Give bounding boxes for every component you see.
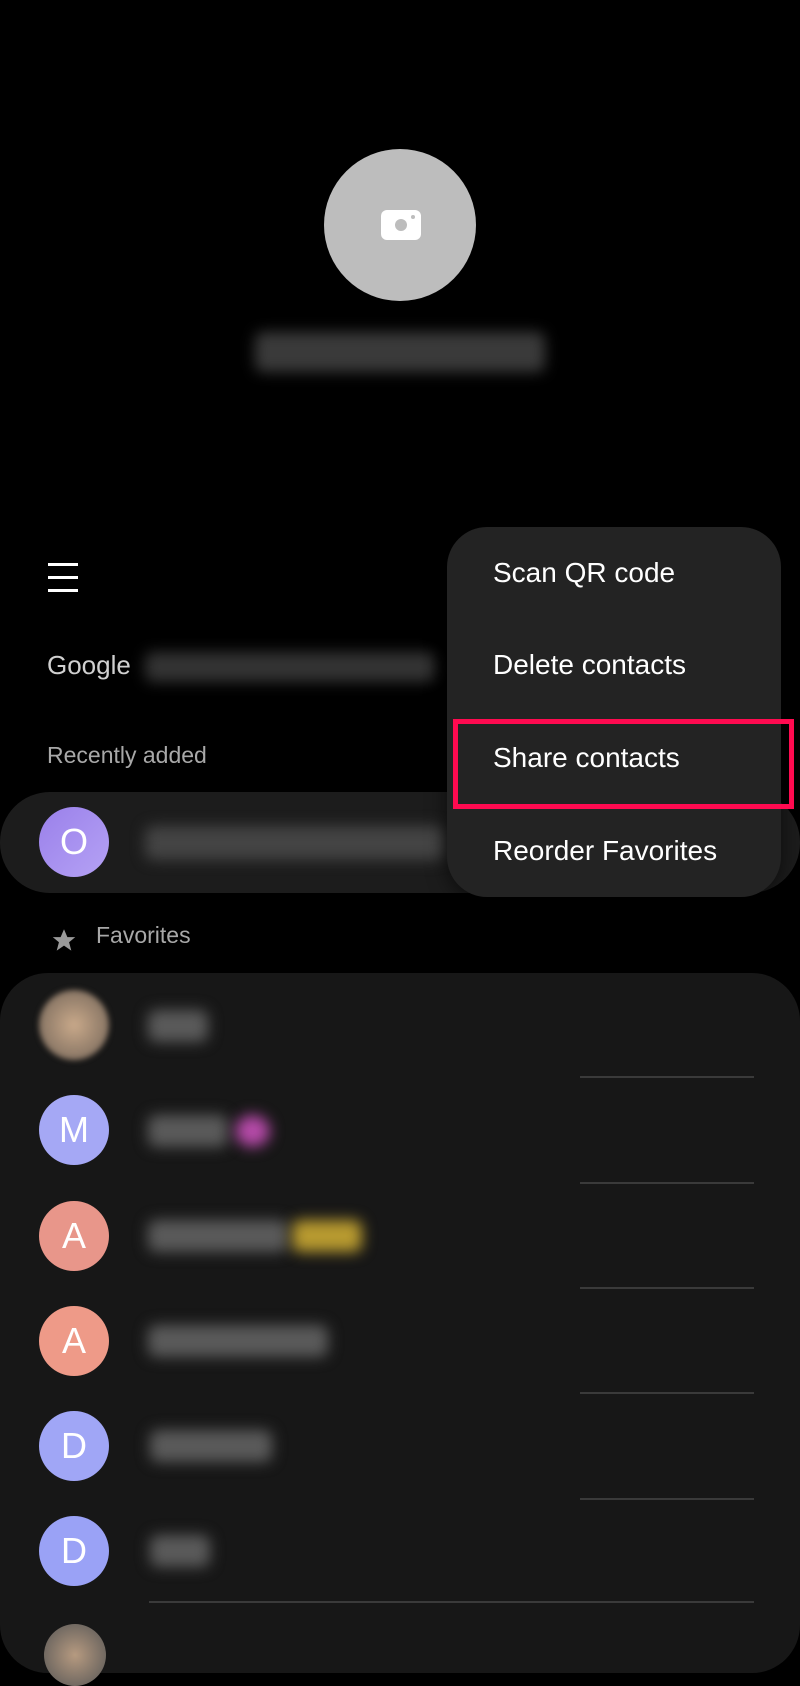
avatar <box>39 990 109 1060</box>
menu-item-delete-contacts[interactable]: Delete contacts <box>493 649 686 681</box>
avatar: D <box>39 1411 109 1481</box>
avatar: A <box>39 1306 109 1376</box>
favorites-heading: Favorites <box>96 922 191 948</box>
contact-name-blurred <box>145 826 445 860</box>
recently-added-heading: Recently added <box>47 742 207 768</box>
highlight-box <box>453 719 794 809</box>
account-email-blurred <box>145 652 435 682</box>
avatar[interactable] <box>44 1624 106 1686</box>
profile-name-blurred <box>255 332 545 372</box>
avatar: O <box>39 807 109 877</box>
menu-item-scan-qr-code[interactable]: Scan QR code <box>493 557 675 589</box>
avatar: A <box>39 1201 109 1271</box>
camera-icon <box>381 210 421 240</box>
favorites-list <box>0 973 800 1673</box>
contact-name-blurred <box>150 1535 210 1567</box>
star-icon <box>52 929 76 951</box>
contact-name-blurred <box>148 1115 228 1147</box>
contact-name-blurred <box>148 1325 328 1357</box>
avatar: D <box>39 1516 109 1586</box>
contact-name-blurred <box>150 1430 272 1462</box>
contact-name-blurred <box>148 1220 288 1252</box>
menu-item-reorder-favorites[interactable]: Reorder Favorites <box>493 835 717 867</box>
account-label: Google <box>47 650 131 680</box>
avatar: M <box>39 1095 109 1165</box>
contact-name-blurred <box>148 1010 208 1042</box>
